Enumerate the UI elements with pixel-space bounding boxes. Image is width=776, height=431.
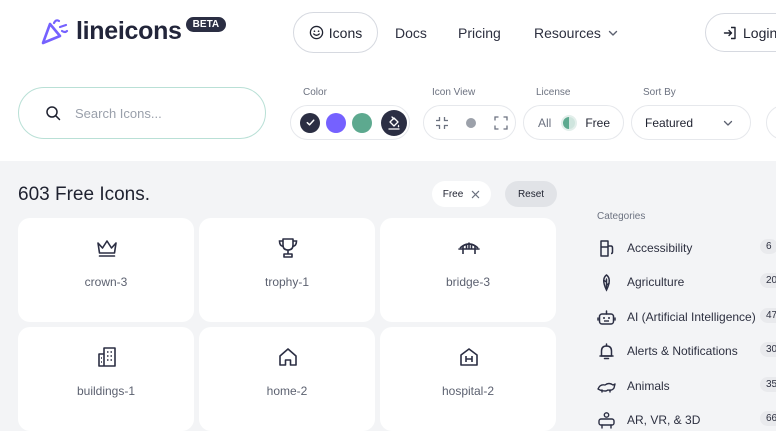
icon-card-label: bridge-3 — [445, 275, 491, 289]
reset-button[interactable]: Reset — [505, 181, 557, 207]
nav-docs[interactable]: Docs — [395, 25, 427, 41]
category-label: Agriculture — [627, 275, 685, 289]
license-all[interactable]: All — [538, 116, 551, 130]
sort-select[interactable]: Featured — [631, 105, 751, 140]
icon-card-label: trophy-1 — [264, 275, 310, 289]
vr-icon — [598, 411, 615, 429]
icon-card[interactable]: crown-3 — [18, 218, 194, 322]
results-title: 603 Free Icons. — [18, 184, 151, 205]
category-item[interactable]: Agriculture 20 — [597, 270, 776, 294]
agriculture-icon — [603, 273, 610, 292]
view-size-dot[interactable] — [466, 117, 476, 128]
color-label: Color — [303, 87, 327, 98]
hospital-icon — [460, 348, 478, 366]
top-navigation: lineicons BETA Icons Docs Pricing Resour… — [0, 0, 776, 66]
category-item[interactable]: AI (Artificial Intelligence) 47 — [597, 305, 776, 329]
login-label: Login — [743, 24, 776, 41]
license-switch[interactable] — [561, 114, 578, 131]
category-item[interactable]: AR, VR, & 3D 66 — [597, 408, 776, 431]
nav-resources[interactable]: Resources — [534, 25, 619, 41]
buildings-icon — [98, 347, 116, 367]
accessibility-icon — [600, 239, 614, 257]
shrink-icon[interactable] — [435, 116, 449, 130]
color-picker — [290, 105, 410, 140]
alarm-icon — [599, 342, 614, 359]
custom-color-button[interactable] — [381, 109, 407, 136]
robot-icon — [597, 309, 616, 325]
category-label: AR, VR, & 3D — [627, 413, 701, 427]
logo-icon — [41, 19, 69, 45]
chevron-down-icon — [608, 30, 618, 36]
license-label: License — [536, 87, 571, 98]
search-icon — [46, 106, 61, 121]
trophy-icon — [278, 238, 298, 258]
icon-card[interactable]: bridge-3 — [380, 218, 556, 322]
animal-icon — [597, 382, 616, 393]
category-label: Alerts & Notifications — [627, 344, 738, 358]
icon-view-control — [423, 105, 516, 140]
chevron-down-icon — [723, 120, 733, 126]
categories-title: Categories — [597, 211, 646, 222]
icon-card[interactable]: trophy-1 — [199, 218, 375, 322]
filter-chip-free[interactable]: Free — [432, 181, 491, 207]
crown-icon — [97, 240, 117, 257]
sort-label: Sort By — [643, 87, 676, 98]
icon-card-label: crown-3 — [84, 275, 128, 289]
brand-name: lineicons — [76, 16, 182, 45]
filter-chip-label: Free — [442, 188, 464, 200]
login-button[interactable]: Login — [705, 13, 776, 52]
check-icon — [306, 119, 314, 126]
category-label: Animals — [627, 379, 670, 393]
smile-icon — [309, 25, 324, 40]
nav-pricing[interactable]: Pricing — [458, 25, 501, 41]
icon-card-label: home-2 — [266, 384, 308, 398]
home-icon — [279, 348, 297, 366]
more-filters-button[interactable] — [766, 105, 776, 140]
nav-icons[interactable]: Icons — [293, 12, 378, 53]
icon-card[interactable]: home-2 — [199, 327, 375, 431]
icon-view-label: Icon View — [432, 87, 476, 98]
category-count: 47 — [760, 308, 776, 323]
category-count: 6 — [760, 239, 776, 254]
close-icon[interactable] — [471, 190, 480, 199]
icon-card-label: hospital-2 — [441, 384, 495, 398]
search-input[interactable] — [75, 105, 235, 121]
nav-icons-label: Icons — [328, 24, 363, 41]
category-item[interactable]: Animals 35 — [597, 374, 776, 398]
expand-icon[interactable] — [494, 115, 508, 130]
brand-logo[interactable]: lineicons BETA — [40, 16, 227, 46]
category-count: 66 — [760, 411, 776, 426]
icon-card[interactable]: hospital-2 — [380, 327, 556, 431]
bridge-icon — [458, 242, 480, 254]
license-free[interactable]: Free — [585, 116, 610, 130]
category-label: AI (Artificial Intelligence) — [627, 310, 756, 324]
icon-card-label: buildings-1 — [76, 384, 136, 398]
category-count: 20 — [760, 273, 776, 288]
color-swatch-dark[interactable] — [300, 112, 320, 133]
icon-card[interactable]: buildings-1 — [18, 327, 194, 431]
category-count: 30 — [760, 342, 776, 357]
results-area: 603 Free Icons. Free Reset crown-3 troph… — [0, 161, 776, 431]
category-label: Accessibility — [627, 241, 693, 255]
category-count: 35 — [760, 377, 776, 392]
beta-badge: BETA — [185, 16, 227, 32]
color-swatch-purple[interactable] — [326, 112, 346, 133]
paint-bucket-icon — [388, 115, 400, 130]
login-icon — [723, 26, 736, 39]
license-toggle[interactable]: All Free — [523, 105, 624, 140]
search-box[interactable] — [18, 87, 266, 139]
nav-resources-label: Resources — [534, 25, 601, 41]
filter-bar: Color Icon View License All — [0, 66, 776, 161]
category-item[interactable]: Accessibility 6 — [597, 236, 776, 260]
color-swatch-green[interactable] — [352, 112, 372, 133]
sort-value: Featured — [645, 115, 694, 130]
category-item[interactable]: Alerts & Notifications 30 — [597, 339, 776, 363]
